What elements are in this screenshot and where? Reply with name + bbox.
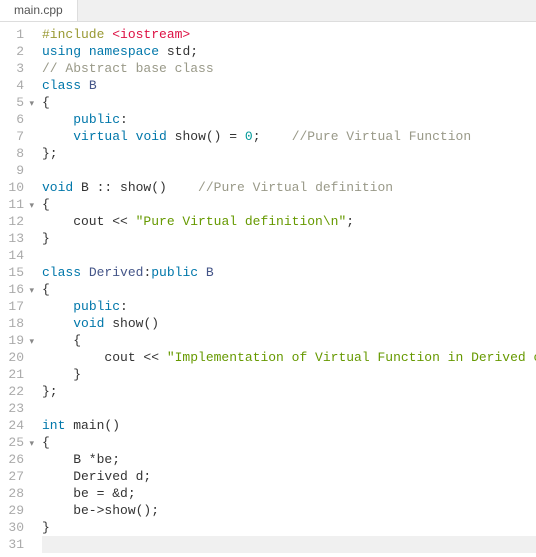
tab-bar: main.cpp bbox=[0, 0, 536, 22]
line-number: 9 bbox=[0, 162, 24, 179]
line-number: 11▾ bbox=[0, 196, 24, 213]
code-line: { bbox=[42, 434, 536, 451]
code-line: virtual void show() = 0; //Pure Virtual … bbox=[42, 128, 536, 145]
line-number: 3 bbox=[0, 60, 24, 77]
line-number: 21 bbox=[0, 366, 24, 383]
code-line: be->show(); bbox=[42, 502, 536, 519]
code-line: { bbox=[42, 332, 536, 349]
line-number: 25▾ bbox=[0, 434, 24, 451]
fold-icon[interactable]: ▾ bbox=[29, 436, 34, 453]
line-number: 30 bbox=[0, 519, 24, 536]
line-number: 19▾ bbox=[0, 332, 24, 349]
code-line: { bbox=[42, 196, 536, 213]
code-line: } bbox=[42, 366, 536, 383]
code-line: using namespace std; bbox=[42, 43, 536, 60]
line-number: 15 bbox=[0, 264, 24, 281]
line-number: 6 bbox=[0, 111, 24, 128]
code-line bbox=[42, 400, 536, 417]
code-line: cout << "Implementation of Virtual Funct… bbox=[42, 349, 536, 366]
code-line bbox=[42, 162, 536, 179]
code-line: B *be; bbox=[42, 451, 536, 468]
line-number: 18 bbox=[0, 315, 24, 332]
code-line: be = &d; bbox=[42, 485, 536, 502]
code-line: Derived d; bbox=[42, 468, 536, 485]
fold-icon[interactable]: ▾ bbox=[29, 283, 34, 300]
line-number: 23 bbox=[0, 400, 24, 417]
code-line: void show() bbox=[42, 315, 536, 332]
line-number: 29 bbox=[0, 502, 24, 519]
code-line: { bbox=[42, 94, 536, 111]
code-line: class Derived:public B bbox=[42, 264, 536, 281]
tab-main-cpp[interactable]: main.cpp bbox=[0, 0, 78, 21]
code-line bbox=[42, 247, 536, 264]
code-line: // Abstract base class bbox=[42, 60, 536, 77]
line-number: 17 bbox=[0, 298, 24, 315]
code-line: void B :: show() //Pure Virtual definiti… bbox=[42, 179, 536, 196]
line-number: 8 bbox=[0, 145, 24, 162]
code-line: }; bbox=[42, 145, 536, 162]
fold-icon[interactable]: ▾ bbox=[29, 96, 34, 113]
code-line: cout << "Pure Virtual definition\n"; bbox=[42, 213, 536, 230]
line-number: 22 bbox=[0, 383, 24, 400]
line-number: 31 bbox=[0, 536, 24, 553]
code-area[interactable]: #include <iostream> using namespace std;… bbox=[30, 22, 536, 557]
code-line: { bbox=[42, 281, 536, 298]
line-number: 20 bbox=[0, 349, 24, 366]
line-number: 14 bbox=[0, 247, 24, 264]
line-number: 16▾ bbox=[0, 281, 24, 298]
code-line: } bbox=[42, 519, 536, 536]
fold-icon[interactable]: ▾ bbox=[29, 334, 34, 351]
code-line: }; bbox=[42, 383, 536, 400]
code-editor[interactable]: 1 2 3 4 5▾ 6 7 8 9 10 11▾ 12 13 14 15 16… bbox=[0, 22, 536, 557]
line-number: 2 bbox=[0, 43, 24, 60]
code-line: public: bbox=[42, 111, 536, 128]
line-number: 26 bbox=[0, 451, 24, 468]
code-line: #include <iostream> bbox=[42, 26, 536, 43]
code-line: int main() bbox=[42, 417, 536, 434]
line-number: 7 bbox=[0, 128, 24, 145]
line-number: 5▾ bbox=[0, 94, 24, 111]
line-number: 1 bbox=[0, 26, 24, 43]
code-line: } bbox=[42, 230, 536, 247]
code-line bbox=[42, 536, 536, 553]
line-gutter: 1 2 3 4 5▾ 6 7 8 9 10 11▾ 12 13 14 15 16… bbox=[0, 22, 30, 557]
fold-icon[interactable]: ▾ bbox=[29, 198, 34, 215]
line-number: 27 bbox=[0, 468, 24, 485]
line-number: 13 bbox=[0, 230, 24, 247]
line-number: 4 bbox=[0, 77, 24, 94]
line-number: 24 bbox=[0, 417, 24, 434]
line-number: 12 bbox=[0, 213, 24, 230]
line-number: 28 bbox=[0, 485, 24, 502]
code-line: public: bbox=[42, 298, 536, 315]
line-number: 10 bbox=[0, 179, 24, 196]
code-line: class B bbox=[42, 77, 536, 94]
